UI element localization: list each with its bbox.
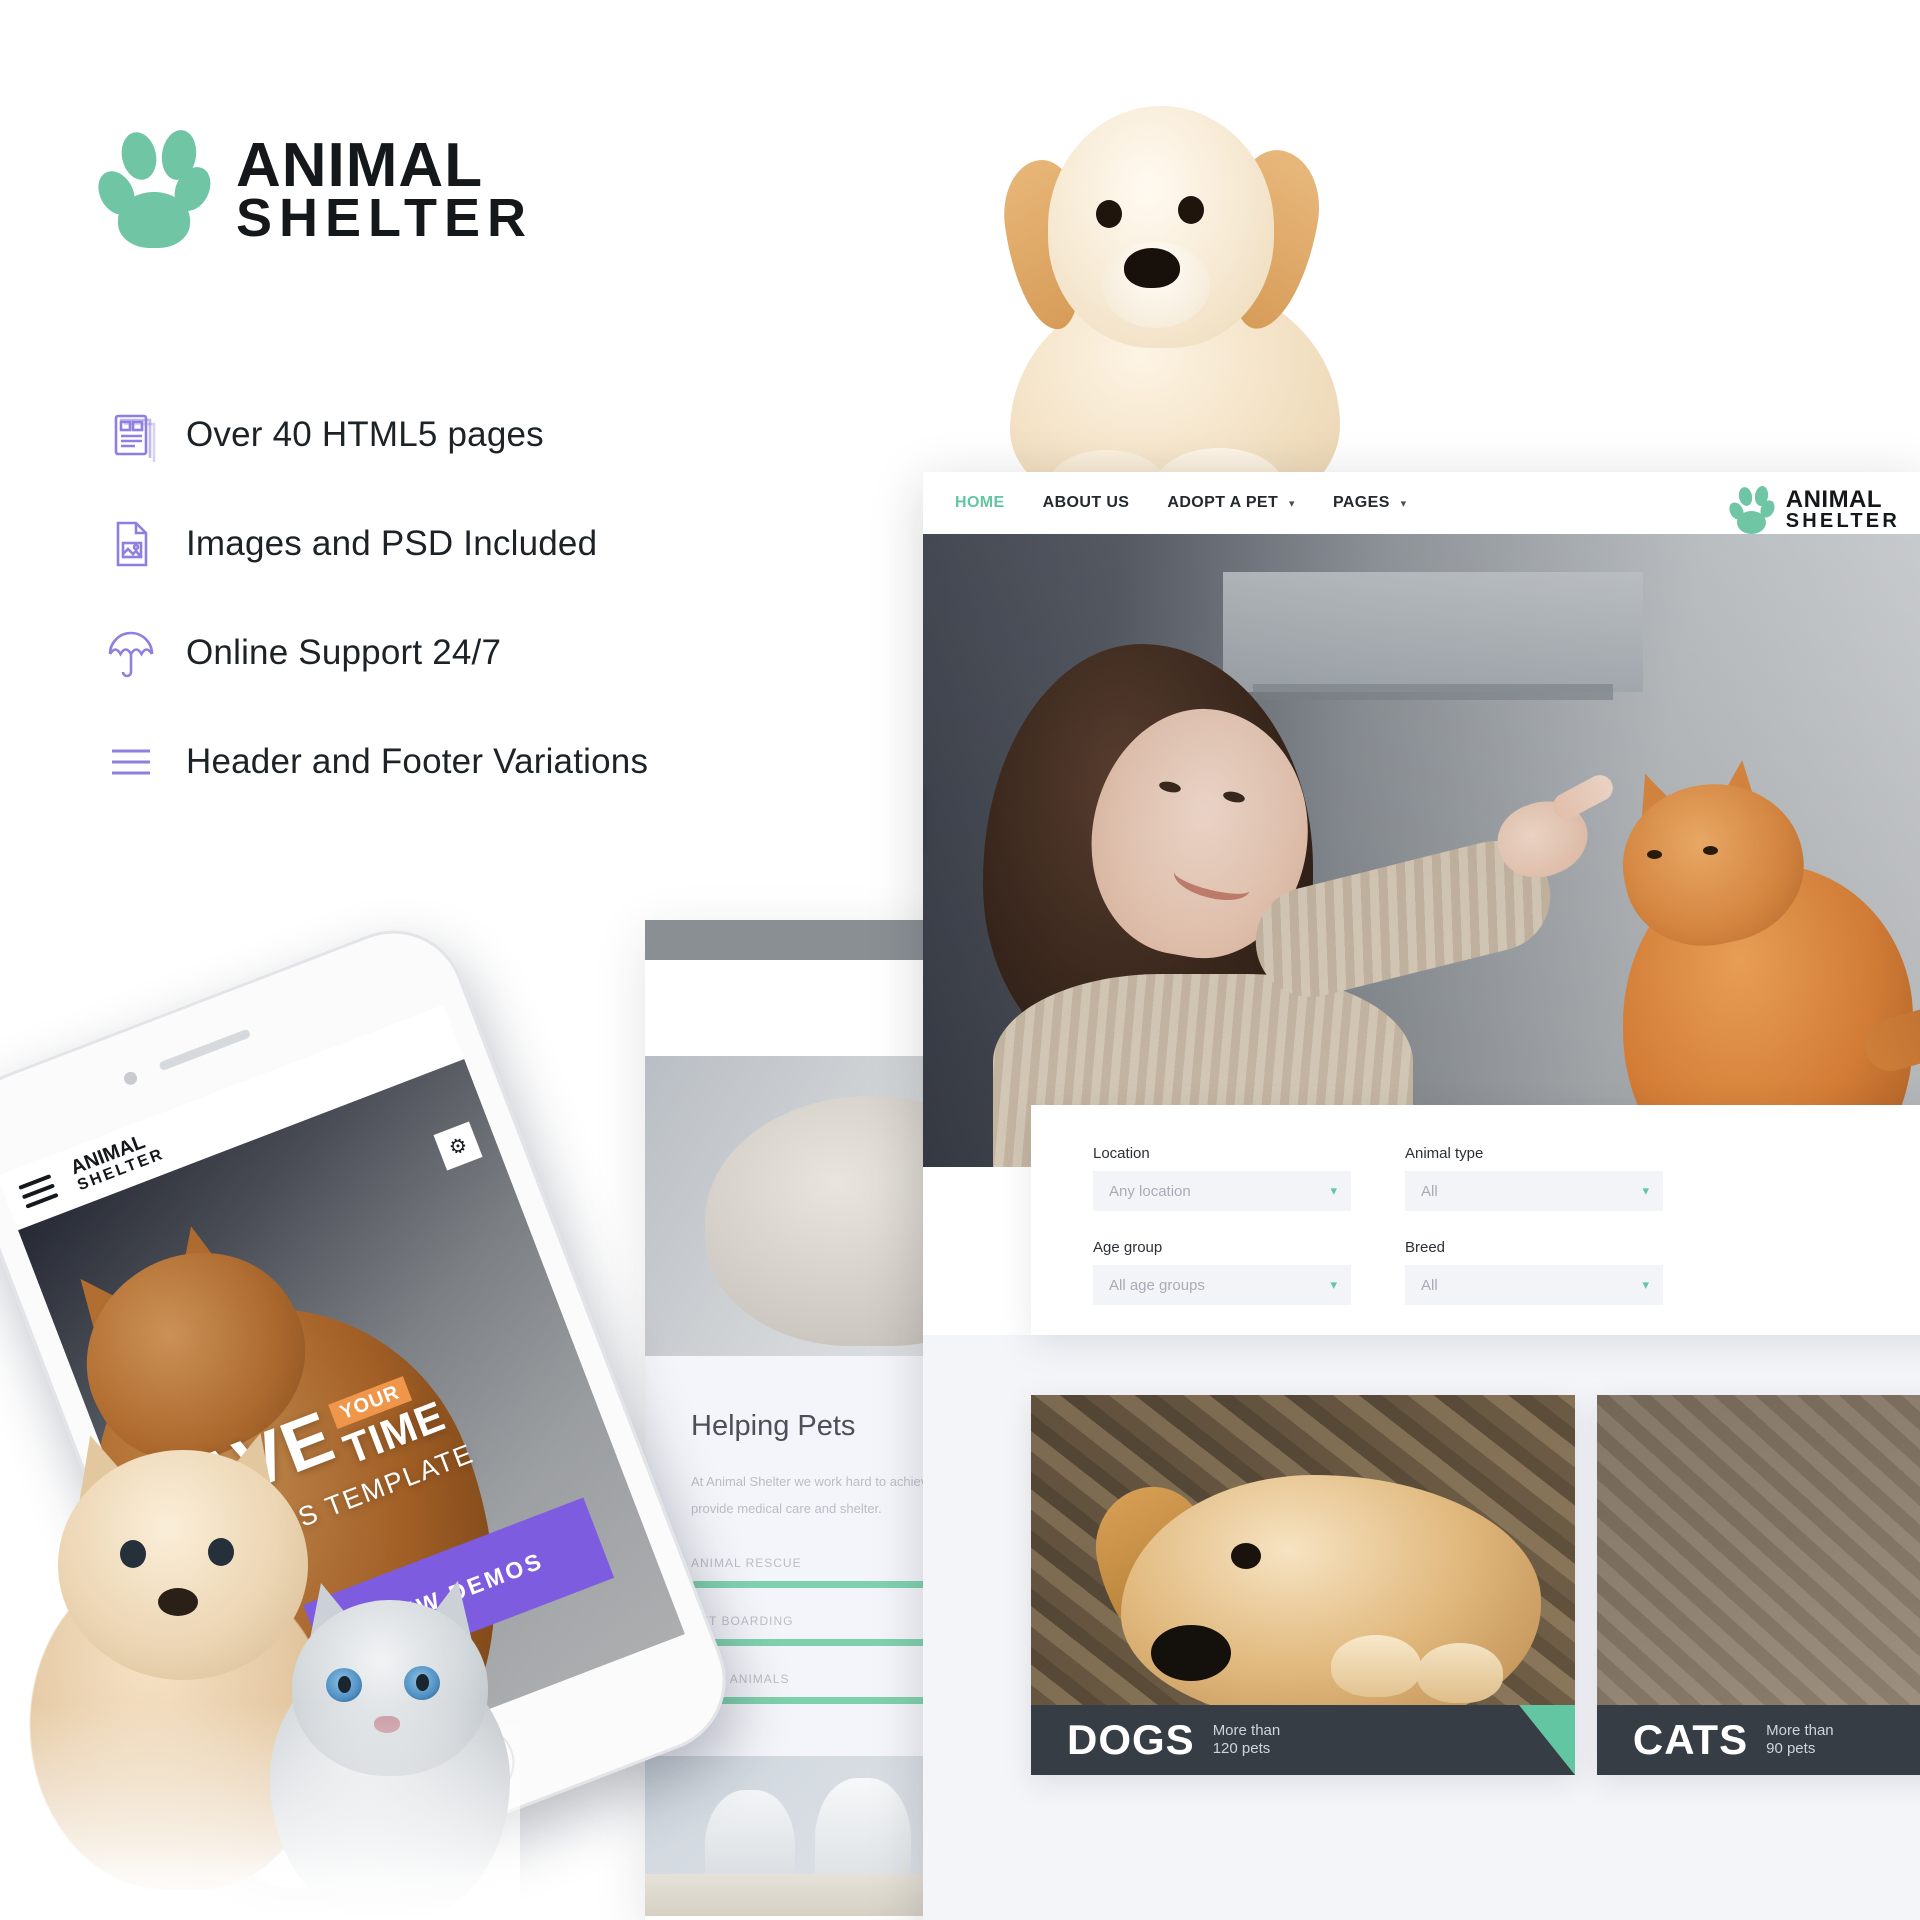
filter-field-spacer bbox=[1717, 1145, 1920, 1211]
nav-item-label: ADOPT A PET bbox=[1167, 494, 1279, 511]
filter-label: Age group bbox=[1093, 1239, 1163, 1256]
puppy-photo bbox=[990, 50, 1360, 530]
card-subtitle-line2: 90 pets bbox=[1766, 1740, 1816, 1757]
brand-title-line1: ANIMAL bbox=[236, 130, 484, 200]
card-subtitle-line2: 120 pets bbox=[1212, 1740, 1271, 1757]
nav-links: HOME ABOUT US ADOPT A PET ▾ PAGES ▾ bbox=[955, 494, 1407, 512]
chevron-down-icon: ▾ bbox=[1289, 498, 1295, 510]
filter-label: Location bbox=[1093, 1145, 1150, 1162]
site-brand-line2: SHELTER bbox=[1785, 509, 1900, 532]
nav-item-adopt-a-pet[interactable]: ADOPT A PET ▾ bbox=[1167, 494, 1295, 512]
age-group-select[interactable]: All age groups ▾ bbox=[1093, 1265, 1351, 1305]
nav-item-pages[interactable]: PAGES ▾ bbox=[1333, 494, 1407, 512]
breed-select[interactable]: All ▾ bbox=[1405, 1265, 1663, 1305]
lines-layout-icon bbox=[100, 731, 186, 793]
phone-speaker bbox=[158, 1028, 252, 1072]
card-subtitle-line1: More than bbox=[1766, 1722, 1834, 1739]
chevron-down-icon: ▾ bbox=[1642, 1277, 1649, 1292]
feature-item: Online Support 24/7 bbox=[100, 608, 860, 698]
feature-list: Over 40 HTML5 pages Images and PSD Inclu… bbox=[100, 390, 860, 826]
feature-label: Over 40 HTML5 pages bbox=[186, 415, 544, 454]
hero-slider-image: ← bbox=[923, 534, 1920, 1167]
nav-item-label: PAGES bbox=[1332, 494, 1390, 511]
select-value: All age groups bbox=[1109, 1276, 1205, 1294]
promo-page: ANIMAL SHELTER Over 40 HTML5 pages Image… bbox=[0, 0, 1920, 1920]
filter-field-location: Location Any location ▾ bbox=[1093, 1145, 1351, 1211]
location-select[interactable]: Any location ▾ bbox=[1093, 1171, 1351, 1211]
select-value: All bbox=[1421, 1276, 1438, 1294]
select-value: Any location bbox=[1109, 1182, 1191, 1200]
card-photo bbox=[1596, 1395, 1920, 1705]
paw-icon bbox=[91, 127, 218, 250]
feature-label: Header and Footer Variations bbox=[186, 742, 649, 781]
nav-item-home[interactable]: HOME bbox=[955, 494, 1005, 512]
filter-field-animal-type: Animal type All ▾ bbox=[1405, 1145, 1663, 1211]
site-brand-line1: ANIMAL bbox=[1785, 486, 1883, 514]
feature-item: Over 40 HTML5 pages bbox=[100, 390, 860, 480]
card-photo bbox=[1031, 1395, 1575, 1705]
main-browser-window: HOME ABOUT US ADOPT A PET ▾ PAGES ▾ ANIM… bbox=[923, 472, 1920, 1920]
card-subtitle-line1: More than bbox=[1212, 1722, 1281, 1739]
paw-icon bbox=[1726, 485, 1778, 534]
chevron-down-icon: ▾ bbox=[1642, 1183, 1649, 1198]
hamburger-icon[interactable] bbox=[18, 1174, 59, 1209]
feature-label: Online Support 24/7 bbox=[186, 633, 502, 672]
feature-item: Header and Footer Variations bbox=[100, 717, 860, 807]
pet-category-card-dogs[interactable]: DOGS More than 120 pets bbox=[1031, 1395, 1575, 1775]
card-corner-accent bbox=[1518, 1705, 1575, 1775]
brand-logo: ANIMAL SHELTER bbox=[91, 127, 534, 250]
phone-camera bbox=[122, 1069, 139, 1087]
image-file-icon bbox=[100, 513, 186, 575]
chevron-down-icon: ▾ bbox=[1400, 498, 1407, 510]
umbrella-icon bbox=[100, 622, 186, 684]
pet-search-filter-panel: Location Any location ▾ Animal type All … bbox=[1031, 1105, 1920, 1335]
card-caption: DOGS More than 120 pets bbox=[1031, 1705, 1575, 1775]
chevron-down-icon: ▾ bbox=[1330, 1183, 1337, 1198]
brand-title-line2: SHELTER bbox=[236, 187, 534, 248]
card-title: CATS bbox=[1632, 1716, 1749, 1763]
chevron-down-icon: ▾ bbox=[1330, 1277, 1337, 1292]
nav-item-label: HOME bbox=[955, 494, 1005, 511]
filter-field-breed: Breed All ▾ bbox=[1405, 1239, 1663, 1305]
filter-label: Breed bbox=[1405, 1239, 1446, 1256]
site-navbar: HOME ABOUT US ADOPT A PET ▾ PAGES ▾ ANIM… bbox=[923, 472, 1920, 582]
select-value: All bbox=[1421, 1182, 1438, 1200]
card-title: DOGS bbox=[1067, 1716, 1195, 1763]
filter-label: Animal type bbox=[1405, 1145, 1484, 1162]
animal-type-select[interactable]: All ▾ bbox=[1405, 1171, 1663, 1211]
puppy-and-kitten-photo bbox=[0, 1400, 520, 1920]
pet-category-card-cats[interactable]: CATS More than 90 pets bbox=[1596, 1395, 1920, 1775]
filter-field-age-group: Age group All age groups ▾ bbox=[1093, 1239, 1351, 1305]
feature-label: Images and PSD Included bbox=[186, 524, 598, 563]
pet-category-cards: DOGS More than 120 pets CATS More than 9… bbox=[1031, 1395, 1920, 1775]
nav-item-label: ABOUT US bbox=[1042, 494, 1130, 511]
card-caption: CATS More than 90 pets bbox=[1596, 1705, 1920, 1775]
gear-glyph: ⚙ bbox=[445, 1132, 471, 1160]
nav-item-about-us[interactable]: ABOUT US bbox=[1043, 494, 1130, 512]
feature-item: Images and PSD Included bbox=[100, 499, 860, 589]
filter-field-spacer bbox=[1717, 1239, 1920, 1305]
pages-stack-icon bbox=[100, 404, 186, 466]
